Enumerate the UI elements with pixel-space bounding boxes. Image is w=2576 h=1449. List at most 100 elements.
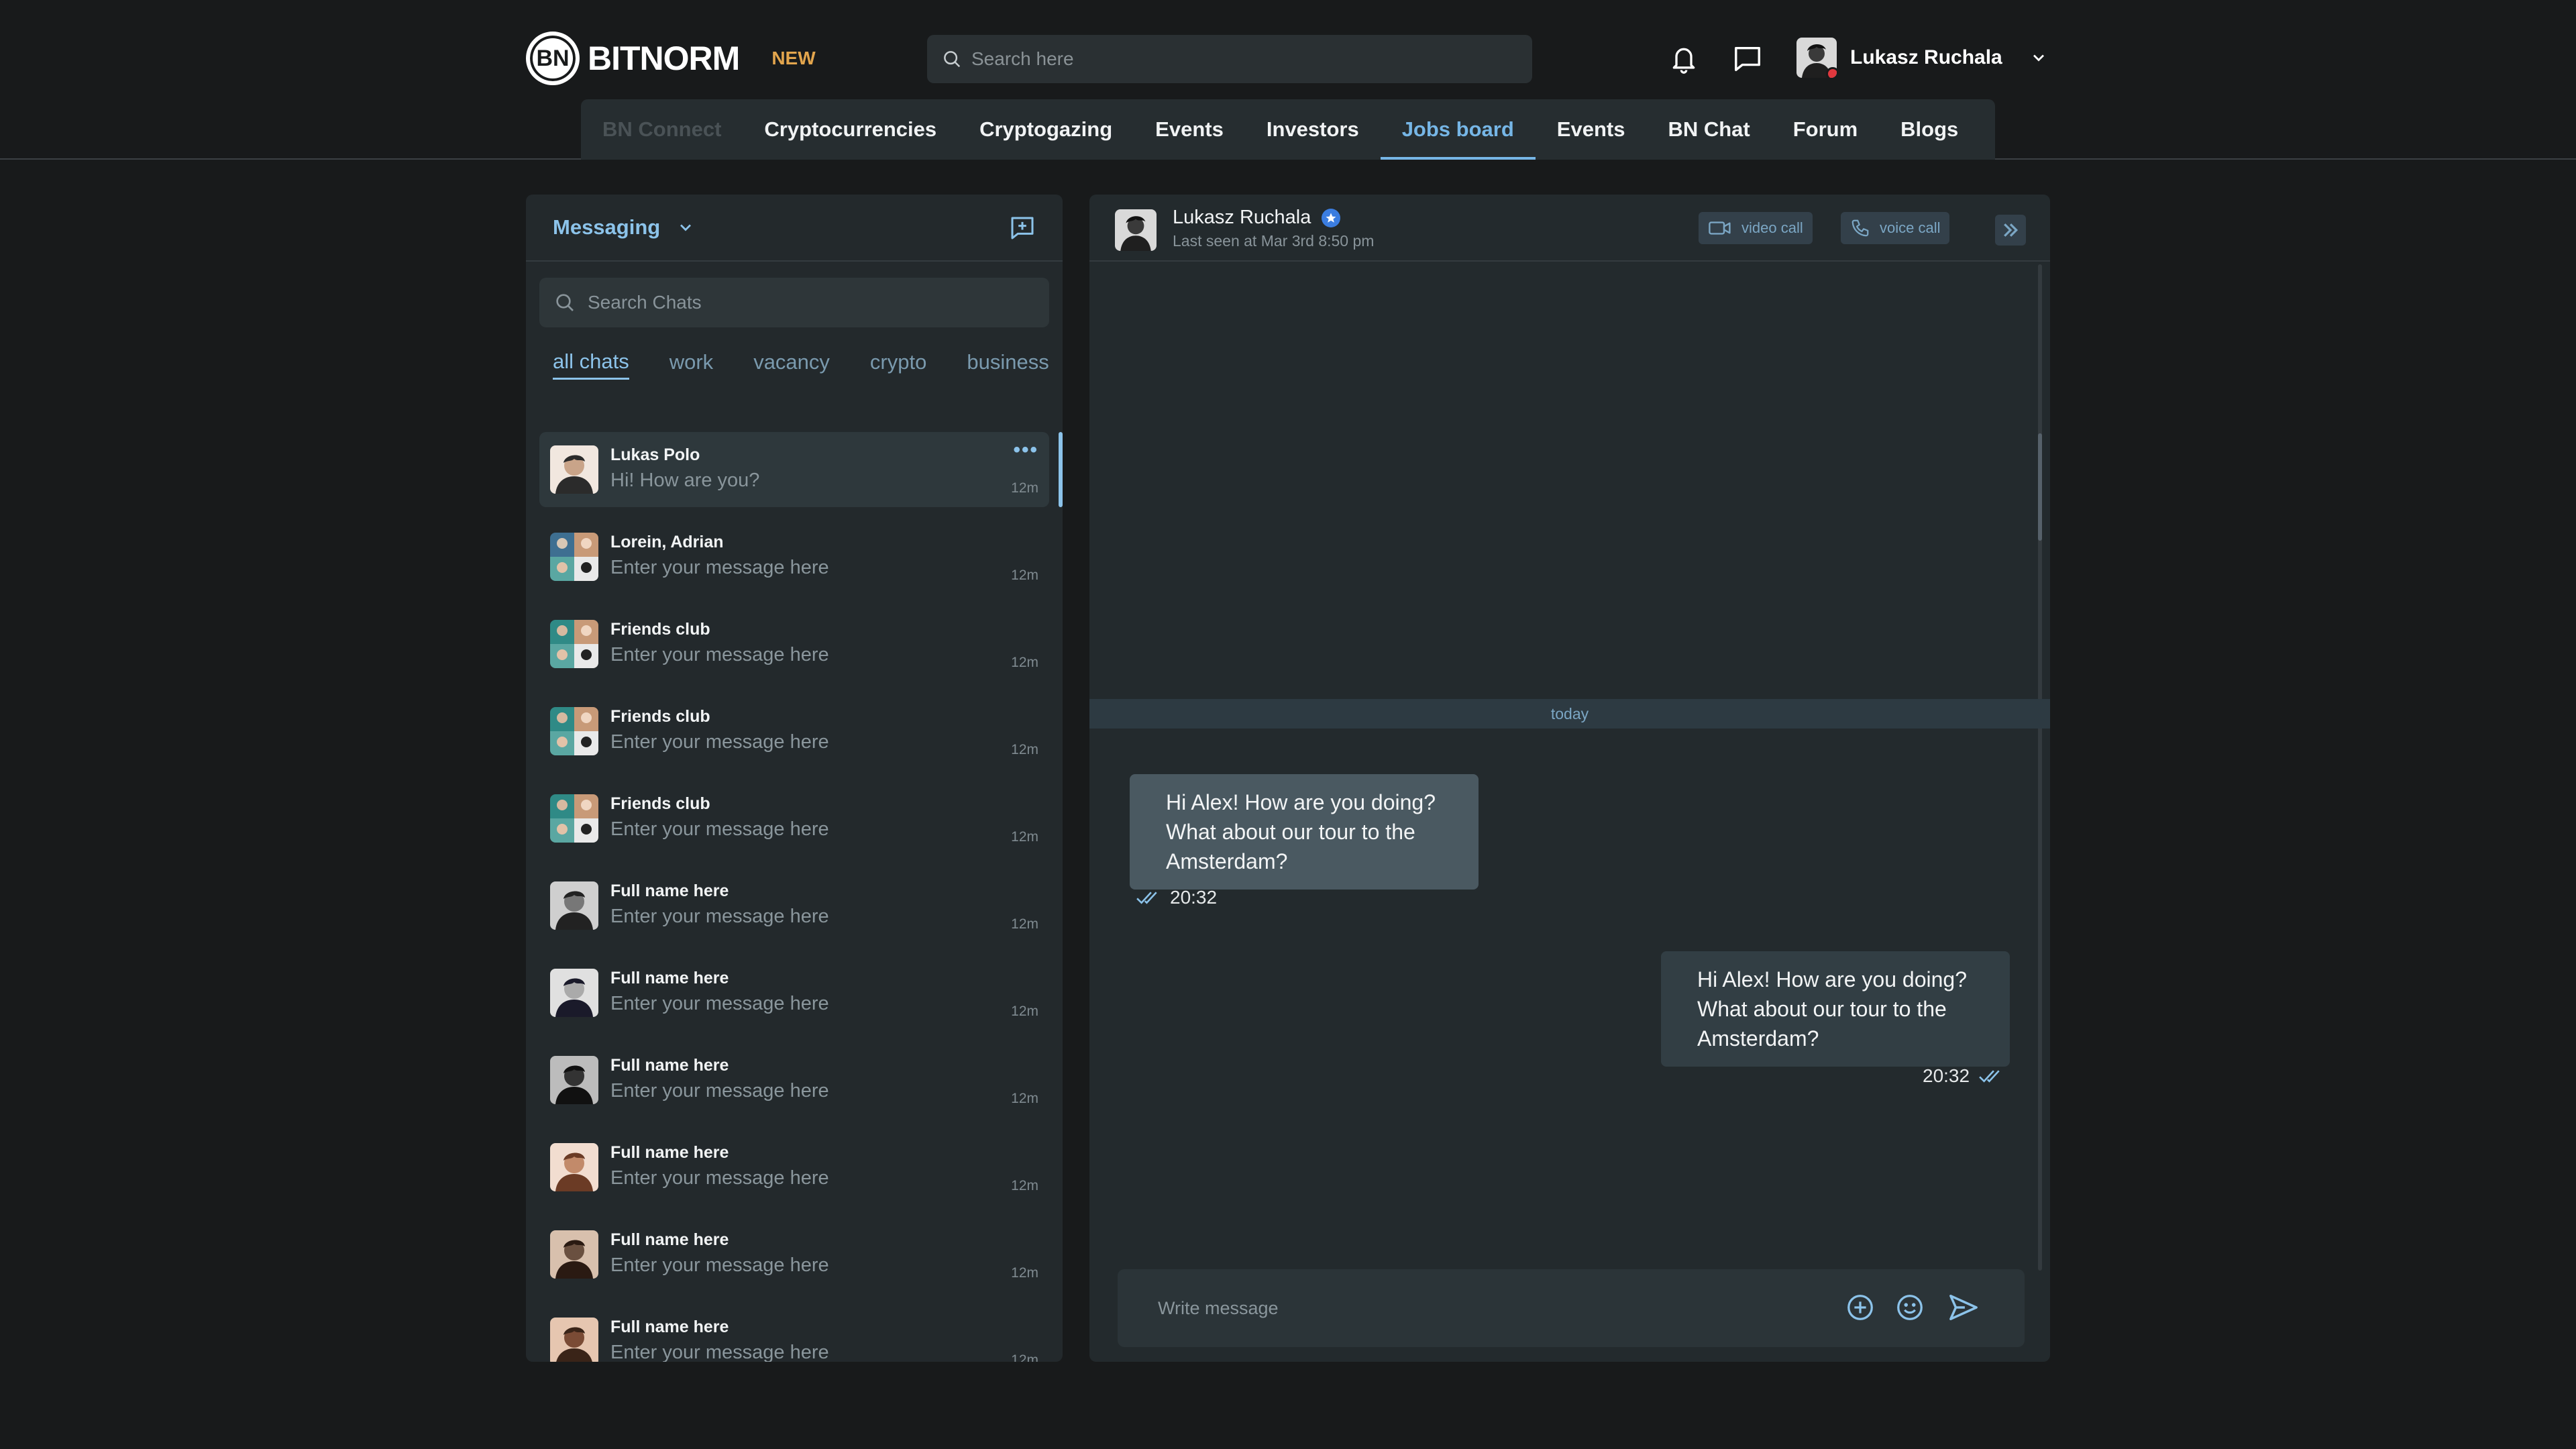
chat-time: 12m <box>1011 1352 1038 1362</box>
user-avatar <box>1796 38 1837 78</box>
chat-avatar <box>550 445 598 494</box>
top-bar: BN BITNORM NEW Lukasz Ruchala BN Connect… <box>0 0 2576 160</box>
chat-name: Lorein, Adrian <box>610 533 724 551</box>
global-search[interactable] <box>927 35 1532 83</box>
more-options-icon[interactable]: ••• <box>1013 439 1038 462</box>
collapse-panel-button[interactable] <box>1995 215 2026 246</box>
chat-list-item[interactable]: Friends club Enter your message here 12m <box>539 694 1049 769</box>
chat-avatar <box>550 1230 598 1279</box>
chat-preview: Enter your message here <box>610 731 829 753</box>
chat-icon <box>1735 46 1760 71</box>
chat-time: 12m <box>1011 655 1038 670</box>
chat-search[interactable] <box>539 278 1049 327</box>
chat-list-item[interactable]: Full name here Enter your message here 12m <box>539 1217 1049 1292</box>
chat-avatar <box>550 969 598 1017</box>
chat-name: Lukas Polo <box>610 445 700 464</box>
chat-list: Lukas Polo Hi! How are you? 12m ••• Lorein, … <box>539 432 1049 1362</box>
nav-item-events[interactable]: Events <box>1536 99 1647 160</box>
nav-item-forum[interactable]: Forum <box>1772 99 1879 160</box>
chat-preview: Enter your message here <box>610 993 829 1014</box>
messages-button[interactable] <box>1731 42 1764 75</box>
chat-avatar <box>550 1056 598 1104</box>
messaging-title[interactable]: Messaging <box>553 215 660 239</box>
nav-item-cryptocurrencies[interactable]: Cryptocurrencies <box>743 99 958 160</box>
outgoing-message-meta: 20:32 <box>1923 1065 2004 1087</box>
chevron-down-icon <box>2033 54 2044 62</box>
chat-avatar <box>550 794 598 843</box>
chat-preview: Enter your message here <box>610 1254 829 1276</box>
global-search-input[interactable] <box>971 48 1521 70</box>
nav-item-blogs[interactable]: Blogs <box>1879 99 1980 160</box>
filter-tab-crypto[interactable]: crypto <box>870 350 926 378</box>
contact-avatar[interactable] <box>1115 209 1157 251</box>
chat-preview: Enter your message here <box>610 818 829 840</box>
nav-item-events[interactable]: Events <box>1134 99 1245 160</box>
message-composer <box>1118 1269 2025 1347</box>
emoji-icon[interactable] <box>1894 1292 1925 1323</box>
online-status-dot <box>1826 67 1837 78</box>
outgoing-message[interactable]: Hi Alex! How are you doing? What about o… <box>1661 951 2010 1067</box>
chat-preview: Enter your message here <box>610 1080 829 1102</box>
chat-filters: all chats work vacancy crypto business <box>526 327 1063 401</box>
chat-time: 12m <box>1011 1091 1038 1106</box>
conversation-scrollbar-track[interactable] <box>2038 264 2042 1271</box>
chat-list-item[interactable]: Lorein, Adrian Enter your message here 12m <box>539 519 1049 594</box>
chat-list-item[interactable]: Full name here Enter your message here 12m <box>539 1042 1049 1118</box>
last-seen: Last seen at Mar 3rd 8:50 pm <box>1173 232 1375 250</box>
logo-mark-icon: BN <box>526 32 580 85</box>
filter-tab-all-chats[interactable]: all chats <box>553 350 629 380</box>
voice-call-button[interactable]: voice call <box>1841 212 1950 244</box>
chat-list-item[interactable]: Full name here Enter your message here 12m <box>539 1304 1049 1362</box>
conversation-header: Lukasz Ruchala Last seen at Mar 3rd 8:50… <box>1089 195 2050 262</box>
filter-tab-work[interactable]: work <box>669 350 713 378</box>
double-chevron-right-icon <box>2004 223 2019 237</box>
chat-list-item[interactable]: Full name here Enter your message here 12m <box>539 868 1049 943</box>
add-attachment-icon[interactable] <box>1845 1292 1876 1323</box>
messaging-panel: Messaging all chats work vacancy crypto busi… <box>526 195 1063 1362</box>
chevron-down-icon[interactable] <box>676 218 695 237</box>
chat-avatar <box>550 707 598 755</box>
chat-list-item[interactable]: Friends club Enter your message here 12m <box>539 781 1049 856</box>
chat-avatar <box>550 1318 598 1362</box>
nav-item-bn-chat[interactable]: BN Chat <box>1646 99 1771 160</box>
user-name: Lukasz Ruchala <box>1850 46 2002 68</box>
nav-item-investors[interactable]: Investors <box>1245 99 1381 160</box>
chat-list-item[interactable]: Friends club Enter your message here 12m <box>539 606 1049 682</box>
chat-time: 12m <box>1011 1004 1038 1019</box>
new-chat-icon[interactable] <box>1009 215 1036 241</box>
nav-item-bn-connect[interactable]: BN Connect <box>581 99 743 160</box>
filter-tab-vacancy[interactable]: vacancy <box>753 350 830 378</box>
chat-list-item[interactable]: Full name here Enter your message here 12m <box>539 955 1049 1030</box>
chat-time: 12m <box>1011 568 1038 583</box>
chat-list-item[interactable]: Full name here Enter your message here 12m <box>539 1130 1049 1205</box>
chat-list-item[interactable]: Lukas Polo Hi! How are you? 12m ••• <box>539 432 1049 507</box>
chat-search-input[interactable] <box>588 292 1030 313</box>
chat-preview: Enter your message here <box>610 557 829 578</box>
video-call-label: video call <box>1741 219 1803 236</box>
message-input[interactable] <box>1158 1297 1829 1319</box>
messaging-header: Messaging <box>526 195 1063 262</box>
chat-avatar <box>550 620 598 668</box>
outgoing-message-time: 20:32 <box>1923 1065 1970 1086</box>
chat-preview: Enter your message here <box>610 644 829 665</box>
nav-item-cryptogazing[interactable]: Cryptogazing <box>958 99 1134 160</box>
chat-avatar <box>550 1143 598 1191</box>
nav-item-jobs-board[interactable]: Jobs board <box>1380 99 1536 160</box>
chat-list-scrollbar[interactable] <box>1059 432 1063 507</box>
conversation-scrollbar-thumb[interactable] <box>2038 433 2042 541</box>
chat-time: 12m <box>1011 1178 1038 1193</box>
chat-preview: Enter your message here <box>610 906 829 927</box>
incoming-message-time: 20:32 <box>1170 887 1218 908</box>
contact-name-row: Lukasz Ruchala <box>1173 207 1341 229</box>
incoming-message[interactable]: Hi Alex! How are you doing? What about o… <box>1130 774 1479 890</box>
chat-time: 12m <box>1011 742 1038 757</box>
send-icon[interactable] <box>1947 1292 1980 1323</box>
video-call-button[interactable]: video call <box>1699 212 1813 244</box>
user-menu[interactable]: Lukasz Ruchala <box>1796 35 2048 80</box>
filter-tab-business[interactable]: business <box>967 350 1049 378</box>
notifications-button[interactable] <box>1668 42 1700 76</box>
phone-icon <box>1851 219 1869 237</box>
logo[interactable]: BN BITNORM NEW <box>526 31 816 86</box>
chat-name: Friends club <box>610 707 710 726</box>
contact-name[interactable]: Lukasz Ruchala <box>1173 207 1311 229</box>
